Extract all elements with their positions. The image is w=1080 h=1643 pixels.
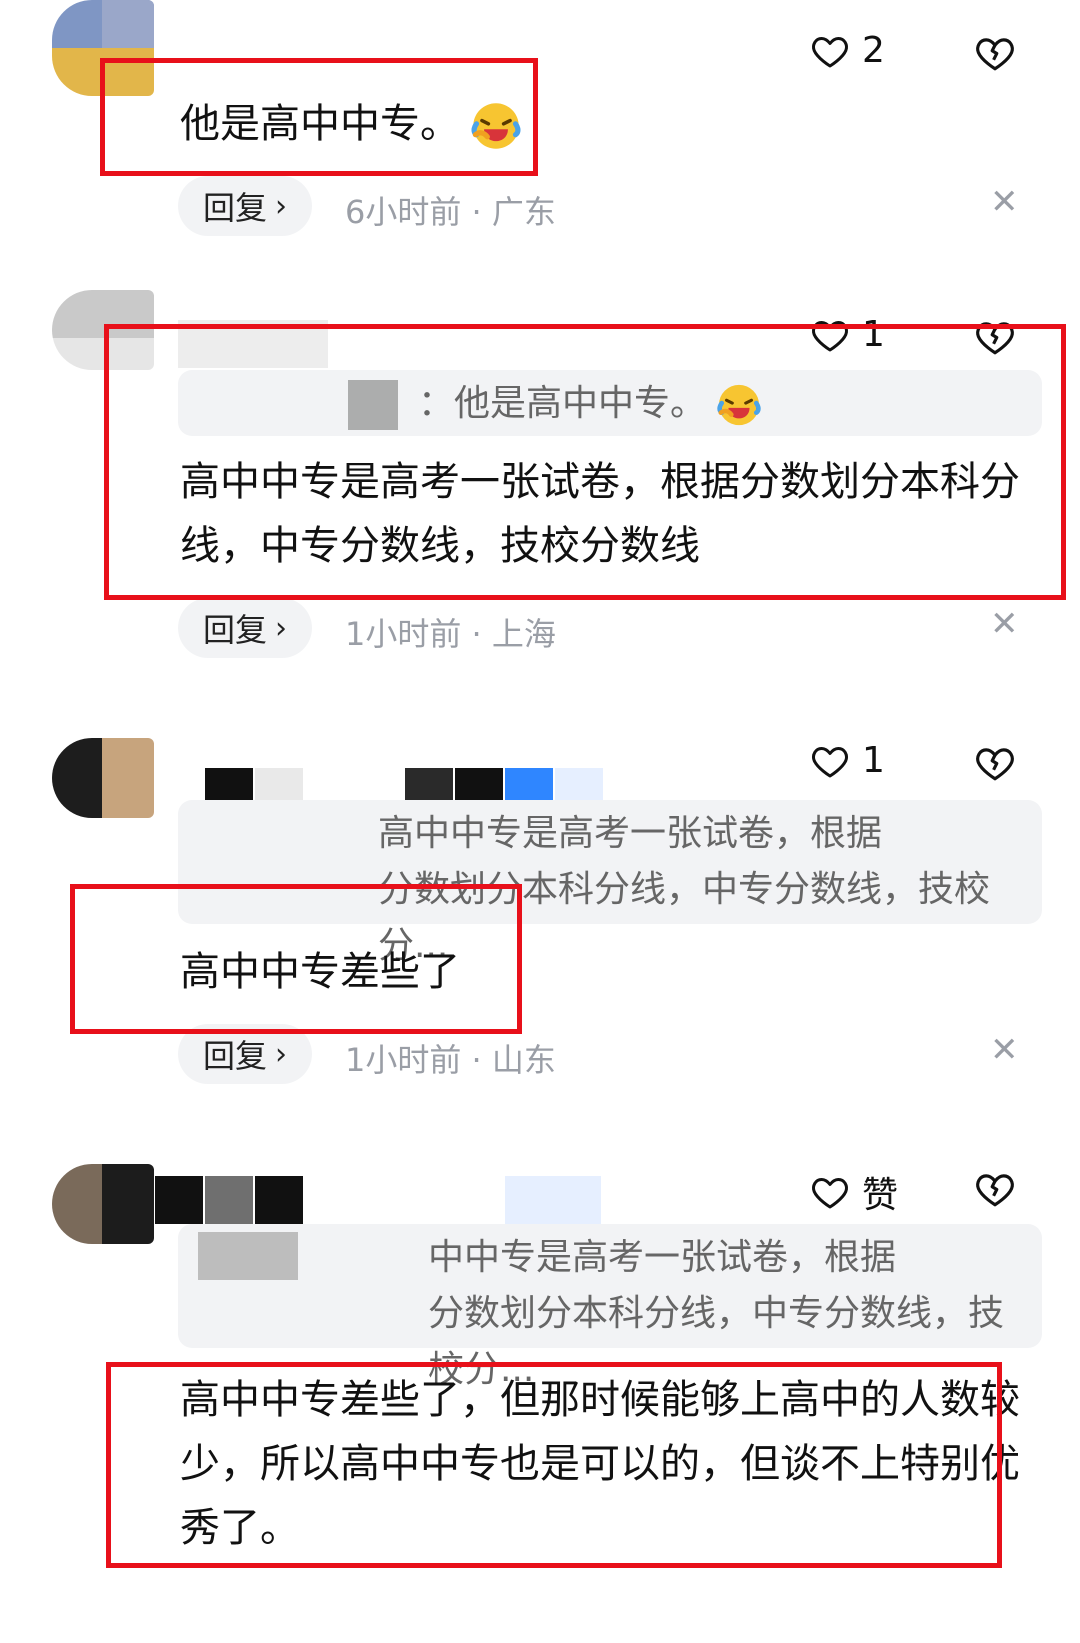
username-redacted [505, 1176, 601, 1224]
highlight-box [104, 324, 1066, 600]
comment-2: 1 ：他是高中中专。 高中中专是高考一张试卷，根据分数划分本科分线，中专分数线，… [0, 290, 1080, 690]
reply-button[interactable]: 回复 › [178, 598, 312, 658]
comment-meta: 1小时前 · 上海 [345, 615, 556, 653]
close-icon[interactable]: ✕ [990, 604, 1019, 644]
comment-3: 1 高中中专是高考一张试卷，根据 分数划分本科分线，中专分数线，技校分... 高… [0, 738, 1080, 1138]
chevron-right-icon: › [275, 610, 287, 646]
close-icon[interactable]: ✕ [990, 1030, 1019, 1070]
broken-heart-icon[interactable] [974, 1168, 1016, 1210]
like-count: 1 [862, 740, 885, 781]
broken-heart-icon[interactable] [974, 742, 1016, 784]
username-redacted [155, 1176, 203, 1224]
highlight-box [106, 1362, 1002, 1568]
comment-meta: 1小时前 · 山东 [345, 1041, 556, 1079]
like-button[interactable]: 赞 [810, 1166, 898, 1218]
like-count: 赞 [862, 1175, 899, 1216]
like-count: 2 [862, 30, 885, 71]
broken-heart-icon[interactable] [974, 32, 1016, 74]
username-redacted [255, 1176, 303, 1224]
avatar[interactable] [52, 1164, 154, 1244]
chevron-right-icon: › [275, 1036, 287, 1072]
heart-outline-icon [812, 1178, 848, 1209]
reply-button[interactable]: 回复 › [178, 176, 312, 236]
highlight-box [70, 884, 522, 1034]
like-button[interactable]: 1 [810, 740, 885, 781]
username-redacted [205, 1176, 253, 1224]
quoted-reply[interactable]: 中中专是高考一张试卷，根据 分数划分本科分线，中专分数线，技校分... [178, 1224, 1042, 1390]
comment-1: 2 他是高中中专。 回复 › 6小时前 · 广东 ✕ [0, 0, 1080, 260]
avatar[interactable] [52, 738, 154, 818]
chevron-right-icon: › [275, 188, 287, 224]
highlight-box [100, 58, 538, 176]
close-icon[interactable]: ✕ [990, 182, 1019, 222]
comment-meta: 6小时前 · 广东 [345, 193, 556, 231]
comment-4: 赞 中中专是高考一张试卷，根据 分数划分本科分线，中专分数线，技校分... 高中… [0, 1164, 1080, 1643]
like-button[interactable]: 2 [810, 30, 885, 71]
heart-outline-icon [812, 36, 848, 67]
heart-outline-icon [812, 746, 848, 777]
